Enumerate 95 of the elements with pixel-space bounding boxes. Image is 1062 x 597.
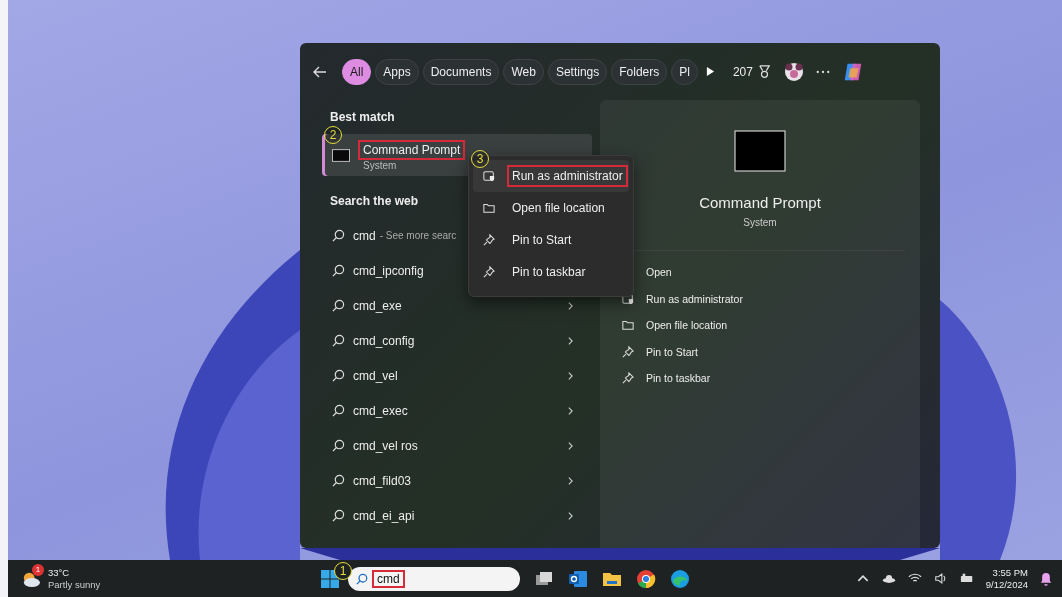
- pin-icon: [483, 266, 495, 278]
- action-item[interactable]: Open file location: [622, 312, 920, 339]
- wifi-icon[interactable]: [907, 573, 922, 584]
- notification-badge: 1: [32, 563, 44, 576]
- search-icon: [332, 334, 345, 347]
- result-text: cmd_config: [353, 333, 415, 348]
- search-icon: [332, 474, 345, 487]
- action-item[interactable]: Pin to taskbar: [622, 365, 920, 392]
- temperature: 33°C: [48, 566, 71, 579]
- menu-label: Pin to Start: [511, 232, 573, 249]
- web-result[interactable]: cmd_exe: [322, 288, 592, 323]
- medal-icon[interactable]: [756, 64, 772, 79]
- web-result[interactable]: cmd_ei_api: [322, 498, 592, 533]
- search-icon: [332, 439, 345, 452]
- play-icon[interactable]: [705, 66, 715, 77]
- web-result[interactable]: cmd_config: [322, 323, 592, 358]
- avatar-icon[interactable]: [783, 61, 804, 82]
- result-text: cmd_vel ros: [353, 438, 418, 453]
- menu-label: Run as administrator: [507, 165, 628, 187]
- menu-item[interactable]: Pin to taskbar: [473, 256, 629, 288]
- filter-tab[interactable]: All: [342, 58, 372, 85]
- terminal-icon: [734, 130, 786, 172]
- filter-tab[interactable]: Pl: [671, 58, 698, 85]
- search-icon: [332, 369, 345, 382]
- chevron-icon: [567, 335, 574, 346]
- result-text: cmd_ei_api: [353, 508, 415, 523]
- chevron-up-icon[interactable]: [855, 573, 870, 584]
- filter-tab[interactable]: Web: [503, 58, 544, 85]
- section-heading: Best match: [330, 110, 395, 124]
- cloud-icon[interactable]: [881, 573, 896, 584]
- action-label: Run as administrator: [646, 292, 743, 305]
- action-item[interactable]: Pin to Start: [622, 338, 920, 365]
- web-result[interactable]: cmd_exec: [322, 393, 592, 428]
- search-icon: [332, 404, 345, 417]
- search-icon: [332, 299, 345, 312]
- edge-browser-icon[interactable]: [670, 568, 690, 589]
- bell-icon[interactable]: [1040, 571, 1052, 586]
- step-number: 1: [334, 561, 352, 580]
- speaker-icon[interactable]: [933, 573, 948, 584]
- clock-date[interactable]: 9/12/2024: [985, 578, 1028, 591]
- action-label: Pin to Start: [646, 345, 698, 358]
- points-count: 207: [732, 64, 753, 79]
- search-icon: [332, 264, 345, 277]
- pin-icon: [622, 372, 634, 385]
- weather-condition: Partly sunny: [48, 578, 101, 591]
- app-title: Command Prompt: [358, 139, 466, 160]
- windows-logo-icon[interactable]: [320, 568, 340, 589]
- result-text: cmd_exe: [353, 298, 402, 313]
- folder-icon: [483, 202, 495, 214]
- action-label: Open: [646, 266, 672, 279]
- chevron-icon: [567, 510, 574, 521]
- chrome-browser-icon[interactable]: [636, 568, 656, 589]
- action-label: Pin to taskbar: [646, 372, 711, 385]
- filter-tab[interactable]: Folders: [611, 58, 668, 85]
- folder-icon: [622, 319, 634, 332]
- chevron-icon: [567, 370, 574, 381]
- mail-app-icon[interactable]: [568, 568, 588, 589]
- web-result[interactable]: cmd_vel ros: [322, 428, 592, 463]
- search-icon: [356, 572, 368, 585]
- menu-item[interactable]: Pin to Start: [473, 224, 629, 256]
- app-subtitle: System: [362, 159, 398, 171]
- filter-tab[interactable]: Apps: [375, 58, 419, 85]
- filter-tab[interactable]: Settings: [547, 58, 608, 85]
- pin-icon: [483, 234, 495, 246]
- web-result[interactable]: cmd_vel: [322, 358, 592, 393]
- app-title: Command Prompt: [699, 194, 821, 211]
- chevron-icon: [567, 300, 574, 311]
- search-text: cmd: [372, 569, 405, 588]
- section-heading: Search the web: [330, 194, 419, 208]
- app-subtitle: System: [743, 217, 777, 228]
- web-result[interactable]: cmd_fild03: [322, 463, 592, 498]
- result-text: cmd_vel: [353, 368, 398, 383]
- window-shield-icon: [483, 170, 495, 182]
- more-icon[interactable]: [815, 69, 830, 74]
- menu-label: Open file location: [511, 200, 606, 217]
- result-text: cmd_exec: [353, 403, 408, 418]
- action-label: Open file location: [646, 319, 728, 332]
- chevron-icon: [567, 405, 574, 416]
- result-text: cmd: [353, 228, 376, 243]
- search-icon: [332, 229, 345, 242]
- step-number: 2: [324, 126, 342, 144]
- pin-icon: [622, 345, 634, 358]
- menu-item[interactable]: Open file location: [473, 192, 629, 224]
- clock-time[interactable]: 3:55 PM: [992, 566, 1028, 579]
- battery-plug-icon[interactable]: [959, 573, 974, 584]
- filter-tab[interactable]: Documents: [422, 58, 500, 85]
- chevron-icon: [567, 440, 574, 451]
- chevron-icon: [567, 475, 574, 486]
- result-text: cmd_ipconfig: [353, 263, 424, 278]
- menu-label: Pin to taskbar: [511, 264, 587, 281]
- search-icon: [332, 509, 345, 522]
- result-text: cmd_fild03: [353, 473, 412, 488]
- result-hint: - See more searc: [379, 230, 457, 241]
- taskbar-search-field[interactable]: cmd: [348, 566, 520, 591]
- terminal-icon: [332, 148, 350, 162]
